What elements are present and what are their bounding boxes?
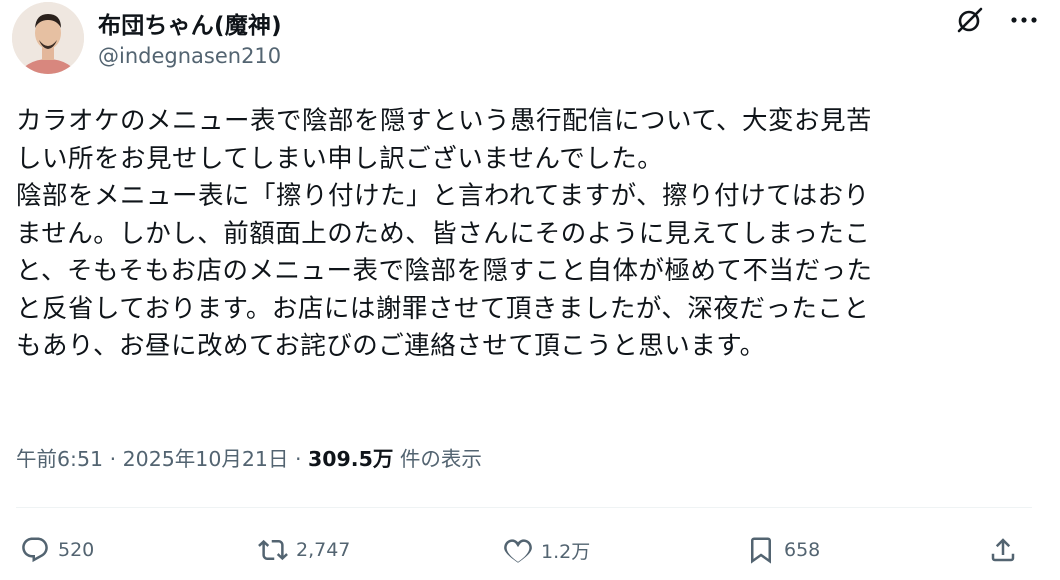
tweet-text-line: と反省しております。お店には謝罪させて頂きましたが、深夜だったこと <box>16 293 870 324</box>
meta-separator: · <box>288 447 309 471</box>
meta-separator: · <box>103 447 123 471</box>
avatar-image <box>12 2 84 74</box>
grok-icon[interactable] <box>954 4 986 36</box>
divider <box>16 507 1032 508</box>
bookmark-icon <box>751 537 771 564</box>
more-icon[interactable] <box>1008 4 1040 36</box>
view-count: 309.5万 <box>308 447 394 471</box>
bookmark-count: 658 <box>784 539 821 561</box>
tweet-action-bar: 520 2,747 1.2万 658 <box>0 528 1060 572</box>
tweet-text-line: もあり、お昼に改めてお詫びのご連絡させて頂こうと思います。 <box>16 331 766 361</box>
like-icon <box>504 539 532 563</box>
share-icon <box>991 538 1015 562</box>
repost-count: 2,747 <box>296 539 351 561</box>
avatar[interactable] <box>12 2 84 74</box>
author-display-name[interactable]: 布団ちゃん(魔神) <box>98 6 282 40</box>
tweet-meta: 午前6:51 · 2025年10月21日 · 309.5万 件の表示 <box>16 442 482 472</box>
tweet-text-line: 陰部をメニュー表に「擦り付けた」と言われてますが、擦り付けてはおり <box>16 181 870 211</box>
view-count-label: 件の表示 <box>393 447 482 471</box>
tweet-text-line: しい所をお見せしてしまい申し訳ございませんでした。 <box>16 143 664 174</box>
tweet-date[interactable]: 2025年10月21日 <box>123 447 289 471</box>
like-button[interactable]: 1.2万 <box>503 528 590 572</box>
tweet-top-actions <box>954 4 1040 36</box>
reply-count: 520 <box>58 539 95 561</box>
reply-button[interactable]: 520 <box>20 528 94 572</box>
tweet-text-line: と、そもそもお店のメニュー表で陰部を隠すこと自体が極めて不当だった <box>16 256 873 286</box>
reply-icon <box>22 537 48 563</box>
bookmark-button[interactable]: 658 <box>746 528 820 572</box>
tweet-time[interactable]: 午前6:51 <box>16 447 103 471</box>
repost-button[interactable]: 2,747 <box>258 528 350 572</box>
repost-icon <box>258 539 288 561</box>
tweet-text: カラオケのメニュー表で陰部を隠すという愚行配信について、大変お見苦 しい所をお見… <box>16 103 1046 366</box>
author-handle[interactable]: @indegnasen210 <box>98 44 281 68</box>
like-count: 1.2万 <box>541 540 591 563</box>
share-button[interactable] <box>988 528 1018 572</box>
tweet-text-line: ません。しかし、前額面上のため、皆さんにそのように見えてしまったこ <box>16 218 871 249</box>
tweet-text-line: カラオケのメニュー表で陰部を隠すという愚行配信について、大変お見苦 <box>16 106 872 136</box>
